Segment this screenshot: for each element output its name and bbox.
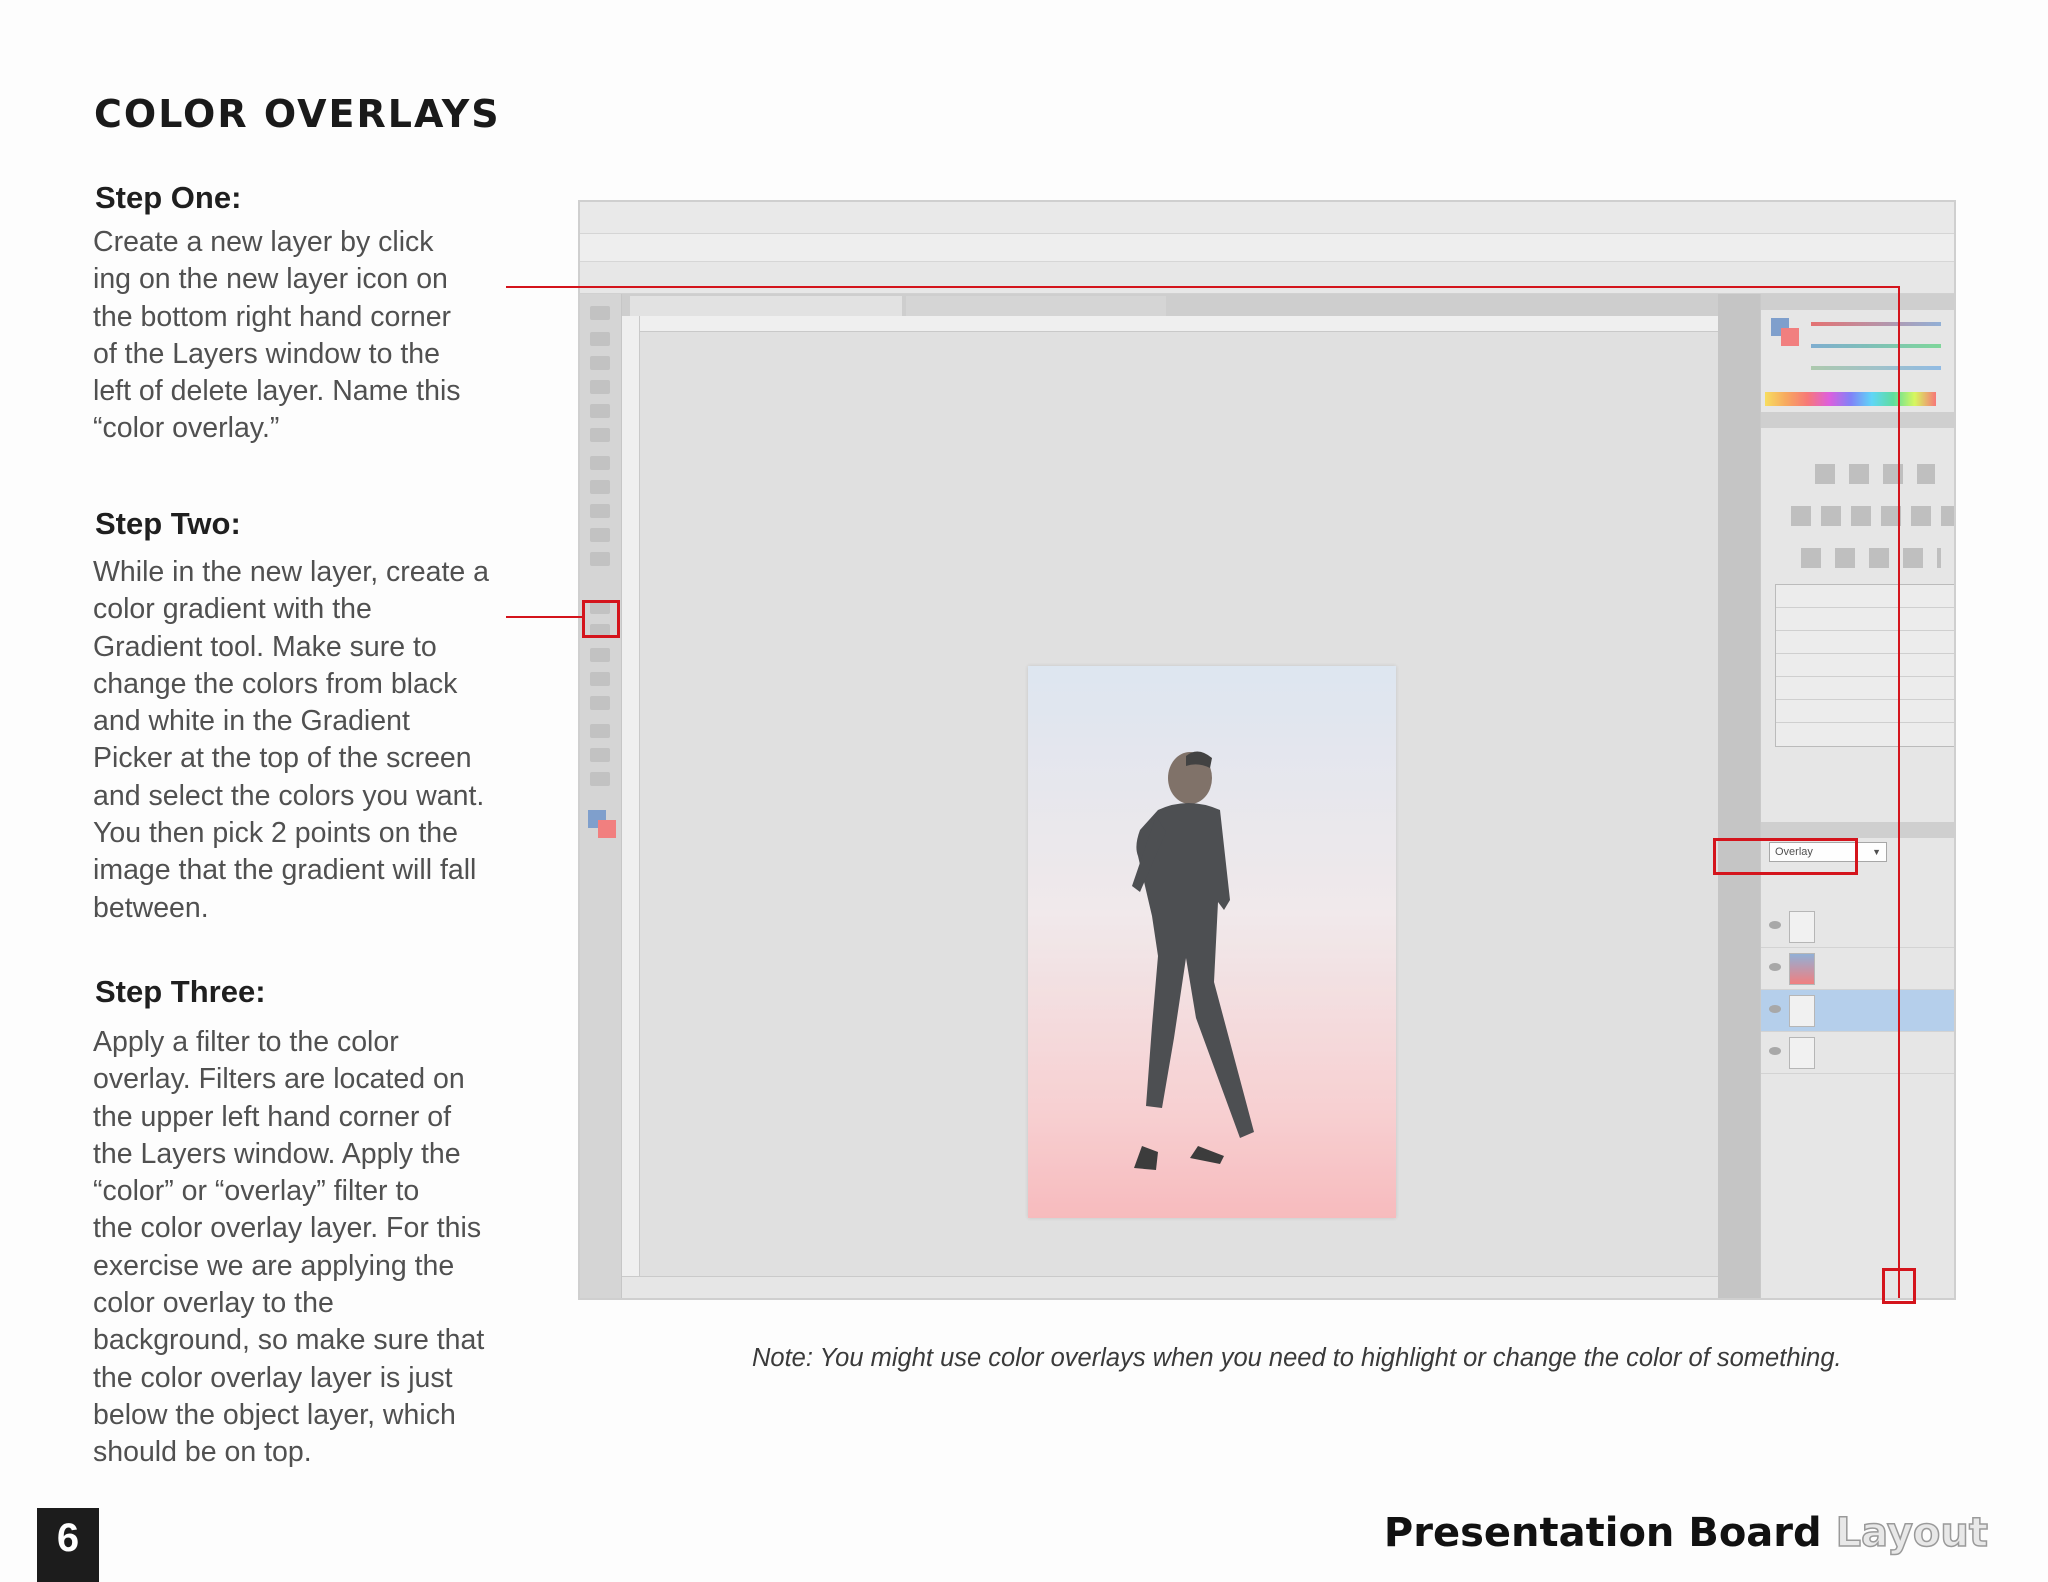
step-two-body: While in the new layer, create a color g… [93,556,490,924]
hand-tool-icon [590,748,610,762]
layer-row-object[interactable] [1761,906,1954,948]
layer-thumbnail [1789,953,1815,985]
document-tab-active [630,296,902,316]
vertical-ruler [622,316,640,1276]
app-menubar [580,202,1954,234]
layer-row-color-overlay[interactable] [1761,948,1954,990]
horizontal-ruler [640,316,1718,332]
adjustment-icons-row-1 [1815,464,1935,484]
tools-panel [580,294,622,1298]
type-tool-icon [590,648,610,662]
footer-title-light: Layout [1835,1509,1989,1557]
move-tool-icon [590,306,610,320]
step-two-heading: Step Two: [95,506,241,541]
eye-icon[interactable] [1769,921,1781,929]
preset-item [1776,677,1954,700]
footer-title: Presentation Board Layout [1383,1509,1989,1557]
eye-icon[interactable] [1769,1047,1781,1055]
quick-select-tool-icon [590,380,610,394]
marquee-tool-icon [590,332,610,346]
menu-row [580,234,1954,262]
document-tab-inactive [906,296,1166,316]
eye-icon[interactable] [1769,1005,1781,1013]
footer-title-strong: Presentation Board [1383,1510,1822,1556]
3d-tool-icon [590,724,610,738]
brush-tool-icon [590,480,610,494]
callout-line-step-one-vertical [1898,286,1900,1298]
eye-icon[interactable] [1769,963,1781,971]
layer-row-shadow[interactable] [1761,990,1954,1032]
step-three-body: Apply a filter to the color overlay. Fil… [93,1026,485,1469]
layer-row-background[interactable] [1761,1032,1954,1074]
note-text: Note: You might use color overlays when … [752,1344,1842,1372]
preset-item [1776,631,1954,654]
preset-item [1776,585,1954,608]
green-slider [1811,344,1941,348]
red-slider [1811,322,1941,326]
layer-thumbnail [1789,911,1815,943]
preset-item [1776,700,1954,723]
status-bar [622,1276,1718,1298]
chevron-down-icon: ▼ [1872,847,1881,857]
adjustment-presets-list [1775,584,1954,747]
panel-bg-swatch [1781,328,1799,346]
lasso-tool-icon [590,356,610,370]
blue-slider [1811,366,1941,370]
step-three-heading: Step Three: [95,974,266,1009]
page-title: COLOR OVERLAYS [94,92,501,136]
adjustments-panel-tabs [1761,412,1954,428]
layer-thumbnail [1789,1037,1815,1069]
step-one-heading: Step One: [95,180,242,215]
background-color-swatch [598,820,616,838]
right-panels: Overlay ▼ [1760,294,1954,1298]
layer-thumbnail [1789,995,1815,1027]
document-tabs [622,294,1718,316]
adjustment-icons-row-2 [1791,506,1954,526]
new-layer-highlight [1882,1268,1916,1304]
preset-item [1776,723,1954,746]
canvas-photo [1028,666,1396,1218]
path-select-tool-icon [590,672,610,686]
document-canvas [640,332,1718,1276]
businessman-figure [1132,751,1254,1170]
stamp-tool-icon [590,504,610,518]
layers-panel-tabs [1761,822,1954,838]
eyedropper-tool-icon [590,428,610,442]
crop-tool-icon [590,404,610,418]
collapsed-panel-dock [1718,294,1760,1298]
callout-line-step-one [506,286,1900,288]
color-panel-tabs [1761,294,1954,310]
preset-item [1776,608,1954,631]
step-one-body: Create a new layer by click ing on the n… [93,226,461,445]
callout-line-step-two [506,616,582,618]
photoshop-screenshot: Overlay ▼ [578,200,1956,1300]
preset-item [1776,654,1954,677]
healing-tool-icon [590,456,610,470]
color-spectrum [1765,392,1936,406]
shape-tool-icon [590,696,610,710]
options-bar [580,262,1954,294]
eraser-tool-icon [590,552,610,566]
gradient-tool-highlight [582,600,620,638]
blend-mode-highlight [1713,838,1858,875]
adjustment-icons-row-3 [1801,548,1941,568]
page-number: 6 [37,1508,99,1582]
zoom-tool-icon [590,772,610,786]
history-brush-tool-icon [590,528,610,542]
